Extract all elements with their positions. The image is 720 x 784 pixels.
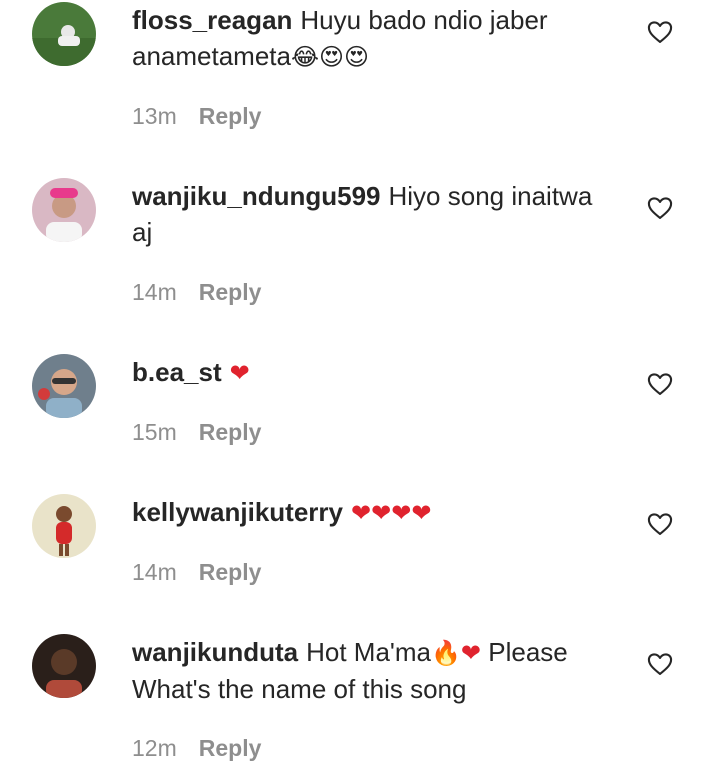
avatar[interactable] bbox=[32, 634, 96, 698]
avatar[interactable] bbox=[32, 178, 96, 242]
comment-meta: 13m Reply bbox=[132, 101, 261, 131]
comment-meta: 12m Reply bbox=[132, 733, 261, 763]
comment-username[interactable]: kellywanjikuterry bbox=[132, 497, 343, 527]
reply-button[interactable]: Reply bbox=[199, 103, 262, 129]
comment-username[interactable]: b.ea_st bbox=[132, 357, 222, 387]
comment-timestamp: 14m bbox=[132, 279, 177, 305]
heart-outline-icon bbox=[647, 21, 673, 43]
comment-emoji: 🔥❤ bbox=[431, 639, 482, 667]
avatar[interactable] bbox=[32, 2, 96, 66]
reply-button[interactable]: Reply bbox=[199, 735, 262, 761]
comment-username[interactable]: floss_reagan bbox=[132, 5, 292, 35]
comment-username[interactable]: wanjikunduta bbox=[132, 637, 298, 667]
like-button[interactable] bbox=[646, 194, 674, 222]
like-button[interactable] bbox=[646, 370, 674, 398]
comment-timestamp: 12m bbox=[132, 735, 177, 761]
heart-outline-icon bbox=[647, 513, 673, 535]
comment-emoji: ❤❤❤❤ bbox=[351, 499, 432, 527]
avatar[interactable] bbox=[32, 494, 96, 558]
comment-text: kellywanjikuterry ❤❤❤❤ bbox=[132, 494, 610, 531]
comment-meta: 14m Reply bbox=[132, 557, 261, 587]
heart-outline-icon bbox=[647, 653, 673, 675]
comment-timestamp: 13m bbox=[132, 103, 177, 129]
heart-outline-icon bbox=[647, 197, 673, 219]
comment-meta: 15m Reply bbox=[132, 417, 261, 447]
comment-text: floss_reagan Huyu bado ndio jaber anameta… bbox=[132, 2, 610, 75]
reply-button[interactable]: Reply bbox=[199, 419, 262, 445]
comment-username[interactable]: wanjiku_ndungu599 bbox=[132, 181, 381, 211]
reply-button[interactable]: Reply bbox=[199, 559, 262, 585]
like-button[interactable] bbox=[646, 650, 674, 678]
heart-outline-icon bbox=[647, 373, 673, 395]
comment-emoji: ❤ bbox=[229, 359, 250, 387]
comment-text: b.ea_st ❤ bbox=[132, 354, 610, 391]
comment-text: wanjiku_ndungu599 Hiyo song inaitwa aj bbox=[132, 178, 610, 250]
comment-text: wanjikunduta Hot Ma'ma🔥❤ Please What's th… bbox=[132, 634, 610, 707]
comment-body: Hot Ma'ma bbox=[306, 637, 432, 667]
comment-timestamp: 15m bbox=[132, 419, 177, 445]
avatar[interactable] bbox=[32, 354, 96, 418]
comment-emoji: 😂😍😍 bbox=[290, 43, 370, 71]
like-button[interactable] bbox=[646, 18, 674, 46]
comment-meta: 14m Reply bbox=[132, 277, 261, 307]
like-button[interactable] bbox=[646, 510, 674, 538]
reply-button[interactable]: Reply bbox=[199, 279, 262, 305]
comment-timestamp: 14m bbox=[132, 559, 177, 585]
